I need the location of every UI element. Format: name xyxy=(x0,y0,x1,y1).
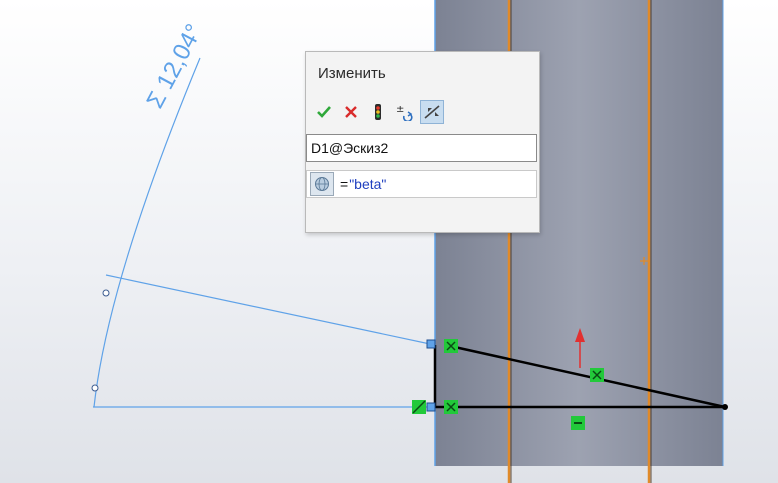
svg-text:±: ± xyxy=(396,104,404,115)
checkmark-icon xyxy=(317,106,331,118)
rebuild-button[interactable] xyxy=(366,100,390,124)
plus-minus-reverse-icon: ± xyxy=(396,104,413,121)
centerline-2 xyxy=(647,0,652,483)
cancel-button[interactable] xyxy=(339,100,363,124)
globe-button[interactable] xyxy=(310,172,334,196)
coincident-relation-icon[interactable] xyxy=(444,339,458,353)
fixed-relation-icon[interactable] xyxy=(412,400,426,414)
ok-button[interactable] xyxy=(312,100,336,124)
traffic-light-icon xyxy=(375,104,381,120)
midpoint-relation-icon[interactable] xyxy=(590,368,604,382)
dimension-value-input[interactable]: = "beta" xyxy=(306,170,537,198)
modify-dialog[interactable]: Изменить ± D1@Эскиз2 = "beta" xyxy=(305,51,540,233)
arc-grip-icon[interactable] xyxy=(102,289,110,297)
globe-icon xyxy=(315,177,329,191)
reverse-sense-button[interactable]: ± xyxy=(393,100,417,124)
coincident-relation-icon[interactable] xyxy=(444,400,458,414)
sketch-point-icon[interactable] xyxy=(426,339,436,349)
dialog-title: Изменить xyxy=(318,65,386,82)
value-string[interactable]: "beta" xyxy=(349,176,386,192)
cross-icon xyxy=(345,106,357,118)
sketch-point-icon[interactable] xyxy=(426,402,436,412)
dialog-toolbar: ± xyxy=(312,98,444,126)
sketch-endpoint[interactable] xyxy=(722,404,728,410)
horizontal-relation-icon[interactable] xyxy=(571,416,585,430)
mark-dimension-button[interactable] xyxy=(420,100,444,124)
dimension-mark-icon xyxy=(424,105,440,119)
dimension-name-field[interactable]: D1@Эскиз2 xyxy=(306,134,537,162)
arc-grip-icon[interactable] xyxy=(91,384,99,392)
value-equals: = xyxy=(340,176,349,192)
